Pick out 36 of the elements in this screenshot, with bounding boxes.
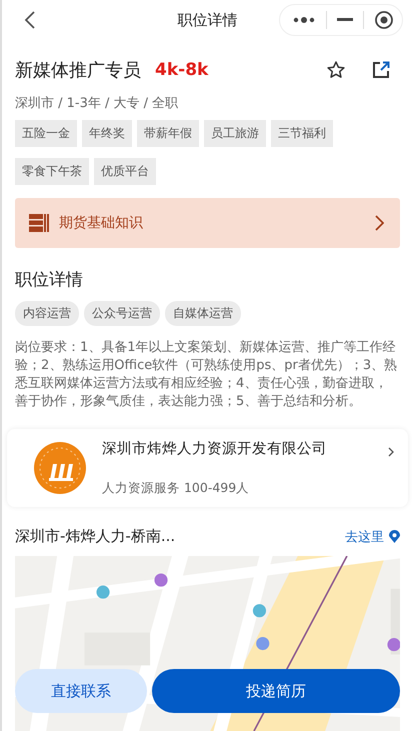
page-title: 职位详情 xyxy=(178,10,238,30)
job-description: 岗位要求：1、具备1年以上文案策划、新媒体运营、推广等工作经验；2、熟练运用Office软件（可熟练使用ps、pr者优先）；3、熟悉互联网媒体运营方法或有相应经验；4、责任心强，勤奋进取，善于协作，形象气质佳，表达能力强；5、善于总结和分析。 xyxy=(15,339,398,411)
benefit-tag: 零食下午茶 xyxy=(15,158,89,185)
action-button[interactable]: 投递简历 xyxy=(152,669,400,713)
capsule-menu[interactable] xyxy=(279,4,403,36)
benefit-tag: 带薪年假 xyxy=(137,120,199,147)
company-card[interactable]: 深圳市炜烨人力资源开发有限公司 人力资源服务 100-499人 xyxy=(7,429,408,507)
skill-tag: 自媒体运营 xyxy=(165,301,241,326)
benefit-tag: 五险一金 xyxy=(15,120,77,147)
benefit-tag: 三节福利 xyxy=(271,120,333,147)
more-icon[interactable] xyxy=(292,16,316,24)
pin-icon xyxy=(389,530,400,543)
star-icon[interactable] xyxy=(326,60,346,80)
salary: 4k-8k xyxy=(155,60,208,80)
chevron-icon xyxy=(388,447,394,457)
benefit-tag: 员工旅游 xyxy=(204,120,266,147)
skill-tag: 内容运营 xyxy=(15,301,79,326)
target-icon[interactable] xyxy=(374,10,394,30)
company-logo xyxy=(34,442,86,494)
book-icon xyxy=(29,214,49,232)
minimize-icon[interactable] xyxy=(337,18,353,22)
company-name: 深圳市炜烨人力资源开发有限公司 xyxy=(102,440,328,458)
company-info: 人力资源服务 100-499人 xyxy=(102,480,250,497)
job-meta: 深圳市 / 1-3年 / 大专 / 全职 xyxy=(15,95,180,112)
address: 深圳市-炜烨人力-桥南... xyxy=(15,527,176,546)
share-icon[interactable] xyxy=(372,61,390,79)
chevron-icon xyxy=(375,215,384,231)
promo-banner[interactable]: 期货基础知识 xyxy=(15,198,400,248)
job-title: 新媒体推广专员 xyxy=(15,59,141,82)
section-heading: 职位详情 xyxy=(15,269,84,291)
benefit-tag: 优质平台 xyxy=(94,158,156,185)
action-button[interactable]: 直接联系 xyxy=(15,669,147,713)
navigate-link[interactable]: 去这里 xyxy=(345,528,400,546)
benefit-tag: 年终奖 xyxy=(82,120,132,147)
back-icon[interactable] xyxy=(24,10,36,30)
skill-tag: 公众号运营 xyxy=(84,301,160,326)
